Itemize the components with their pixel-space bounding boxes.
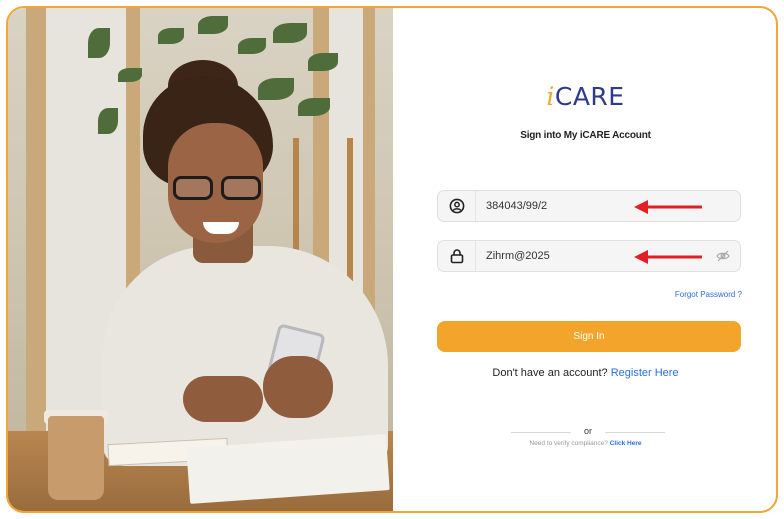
username-field[interactable] [437,190,741,222]
red-arrow-icon [634,200,704,219]
hero-photo [8,8,393,511]
password-field[interactable] [437,240,741,272]
brand-logo: iCARE [546,82,625,111]
register-link[interactable]: Register Here [611,367,679,379]
page-title: Sign into My iCARE Account [520,130,651,141]
login-card: iCARE Sign into My iCARE Account 384043/… [6,6,778,513]
lock-icon [438,241,476,271]
user-circle-icon [438,191,476,221]
verify-compliance: Need to verify compliance? Click Here [529,440,642,447]
forgot-password-link[interactable]: Forgot Password ? [675,290,742,299]
or-divider: or [511,426,665,438]
register-prompt: Don't have an account? Register Here [492,367,679,379]
red-arrow-icon [634,250,704,269]
sign-in-button[interactable]: Sign In [437,321,741,352]
login-panel: iCARE Sign into My iCARE Account 384043/… [393,8,776,511]
or-label: or [583,426,592,436]
verify-link[interactable]: Click Here [610,440,642,447]
eye-off-icon[interactable] [706,241,740,271]
